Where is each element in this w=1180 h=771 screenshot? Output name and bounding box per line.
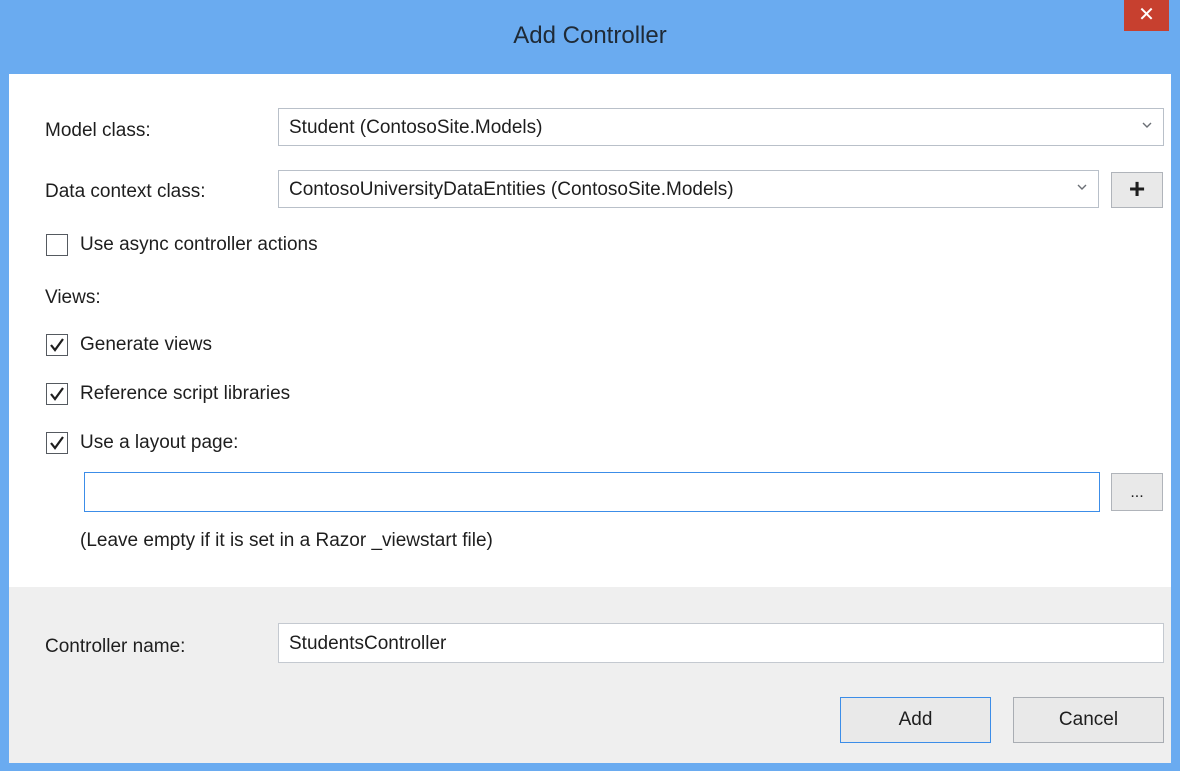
layout-page-input[interactable] xyxy=(84,472,1100,512)
data-context-class-label: Data context class: xyxy=(45,181,206,202)
dialog-title: Add Controller xyxy=(513,22,667,49)
controller-name-value: StudentsController xyxy=(289,633,447,654)
controller-name-input[interactable]: StudentsController xyxy=(278,623,1164,663)
model-class-value: Student (ContosoSite.Models) xyxy=(289,117,543,138)
close-button[interactable]: ✕ xyxy=(1124,0,1169,31)
checkmark-icon xyxy=(50,387,64,401)
window-bottom-border xyxy=(9,763,1171,771)
generate-views-checkbox[interactable] xyxy=(46,334,68,356)
checkmark-icon xyxy=(50,338,64,352)
dialog-footer: Controller name: StudentsController Add … xyxy=(9,587,1171,763)
add-controller-dialog: Add Controller ✕ Model class: Student (C… xyxy=(0,0,1180,771)
cancel-button[interactable]: Cancel xyxy=(1013,697,1164,743)
chevron-down-icon xyxy=(1142,122,1152,128)
checkmark-icon xyxy=(50,436,64,450)
close-icon: ✕ xyxy=(1138,4,1155,26)
layout-hint: (Leave empty if it is set in a Razor _vi… xyxy=(80,530,493,551)
data-context-class-select[interactable]: ContosoUniversityDataEntities (ContosoSi… xyxy=(278,170,1099,208)
data-context-class-value: ContosoUniversityDataEntities (ContosoSi… xyxy=(289,179,734,200)
plus-icon: + xyxy=(1128,173,1146,204)
generate-views-label: Generate views xyxy=(80,334,213,355)
async-actions-label: Use async controller actions xyxy=(80,234,318,255)
model-class-label: Model class: xyxy=(45,120,151,141)
use-layout-label: Use a layout page: xyxy=(80,432,239,453)
title-bar[interactable]: Add Controller ✕ xyxy=(0,0,1180,74)
async-actions-checkbox[interactable] xyxy=(46,234,68,256)
ellipsis-icon: ... xyxy=(1130,484,1144,501)
dialog-body: Model class: Student (ContosoSite.Models… xyxy=(9,74,1171,587)
add-button[interactable]: Add xyxy=(840,697,991,743)
chevron-down-icon xyxy=(1077,184,1087,190)
reference-scripts-checkbox[interactable] xyxy=(46,383,68,405)
browse-layout-button[interactable]: ... xyxy=(1111,473,1163,511)
use-layout-checkbox[interactable] xyxy=(46,432,68,454)
reference-scripts-label: Reference script libraries xyxy=(80,383,291,404)
model-class-select[interactable]: Student (ContosoSite.Models) xyxy=(278,108,1164,146)
add-data-context-button[interactable]: + xyxy=(1111,172,1163,208)
views-heading: Views: xyxy=(45,287,101,308)
controller-name-label: Controller name: xyxy=(45,636,186,657)
